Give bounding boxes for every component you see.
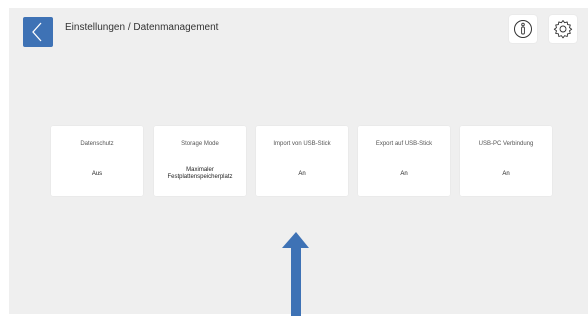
back-button[interactable]	[23, 17, 53, 47]
info-button[interactable]	[509, 15, 537, 43]
gear-icon	[553, 20, 573, 39]
settings-screen: Einstellungen / Datenmanagement Datensch…	[9, 8, 588, 316]
tile-value-line-1: Maximaler	[186, 167, 214, 173]
settings-button[interactable]	[549, 15, 577, 43]
page-title: Einstellungen / Datenmanagement	[65, 22, 219, 33]
tile-label: USB-PC Verbindung	[478, 141, 534, 147]
up-arrow-icon	[282, 232, 309, 316]
tile-label: Datenschutz	[80, 141, 114, 147]
info-icon	[514, 20, 532, 38]
tile-import-usb[interactable]: Import von USB-Stick An	[256, 126, 348, 196]
tile-value: Aus	[91, 171, 103, 177]
tile-value: An	[502, 171, 510, 177]
tile-value-line-2: Festplattenspeicherplatz	[167, 174, 233, 180]
tile-datenschutz[interactable]: Datenschutz Aus	[51, 126, 143, 196]
tile-value: An	[298, 171, 306, 177]
tile-label: Storage Mode	[181, 141, 219, 147]
tile-storage-mode[interactable]: Storage Mode Maximaler Festplattenspeich…	[154, 126, 246, 196]
tile-usb-pc-connection[interactable]: USB-PC Verbindung An	[460, 126, 552, 196]
tile-value: Maximaler Festplattenspeicherplatz	[156, 167, 244, 181]
tile-export-usb[interactable]: Export auf USB-Stick An	[358, 126, 450, 196]
chevron-left-icon	[32, 22, 42, 42]
tile-label: Export auf USB-Stick	[375, 141, 433, 147]
tile-label: Import von USB-Stick	[273, 141, 331, 147]
tile-value: An	[400, 171, 408, 177]
